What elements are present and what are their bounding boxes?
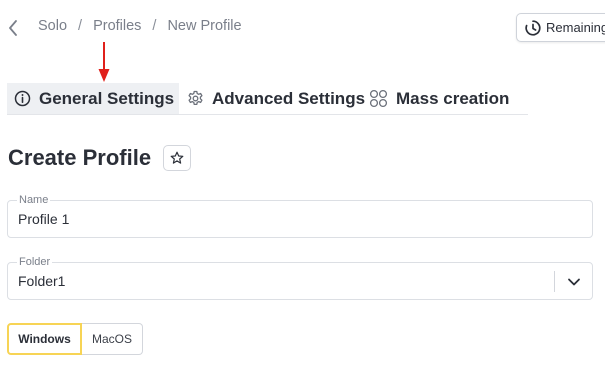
breadcrumb: Solo / Profiles / New Profile (38, 18, 242, 34)
tab-general-settings-label: General Settings (39, 88, 175, 108)
folder-label: Folder (17, 255, 53, 269)
grid-icon (369, 89, 388, 108)
chevron-left-icon (9, 20, 17, 36)
star-icon (170, 151, 184, 164)
breadcrumb-separator: / (152, 18, 157, 34)
os-windows-button[interactable]: Windows (7, 323, 82, 355)
settings-tabs: General Settings Advanced Settings Mass … (7, 83, 528, 115)
remaining-label: Remaining (546, 20, 605, 35)
tab-advanced-settings[interactable]: Advanced Settings (179, 83, 365, 114)
info-icon (14, 90, 31, 107)
breadcrumb-profiles[interactable]: Profiles (93, 18, 141, 34)
folder-select[interactable]: Folder Folder1 (7, 255, 593, 300)
timer-icon (525, 19, 541, 36)
chevron-down-icon (568, 278, 580, 286)
breadcrumb-separator: / (78, 18, 83, 34)
favorite-button[interactable] (163, 145, 191, 171)
profile-name-field[interactable]: Name Profile 1 (7, 193, 593, 238)
folder-dropdown-toggle[interactable] (565, 274, 583, 290)
page-title: Create Profile (8, 145, 152, 170)
os-selector: Windows MacOS (7, 323, 143, 355)
back-button[interactable] (6, 19, 20, 37)
folder-value: Folder1 (18, 273, 66, 289)
remaining-button[interactable]: Remaining (516, 13, 605, 42)
select-divider (554, 271, 555, 292)
gear-icon (188, 90, 203, 106)
annotation-arrow-icon (98, 42, 110, 82)
tab-general-settings[interactable]: General Settings (7, 83, 179, 114)
breadcrumb-new-profile: New Profile (167, 18, 242, 34)
profile-name-label: Name (17, 193, 51, 207)
breadcrumb-solo[interactable]: Solo (38, 18, 67, 34)
tab-mass-creation[interactable]: Mass creation (359, 83, 509, 114)
tab-advanced-settings-label: Advanced Settings (212, 88, 366, 108)
os-macos-button[interactable]: MacOS (82, 323, 143, 355)
profile-name-value: Profile 1 (18, 211, 70, 227)
tab-mass-creation-label: Mass creation (396, 88, 510, 108)
